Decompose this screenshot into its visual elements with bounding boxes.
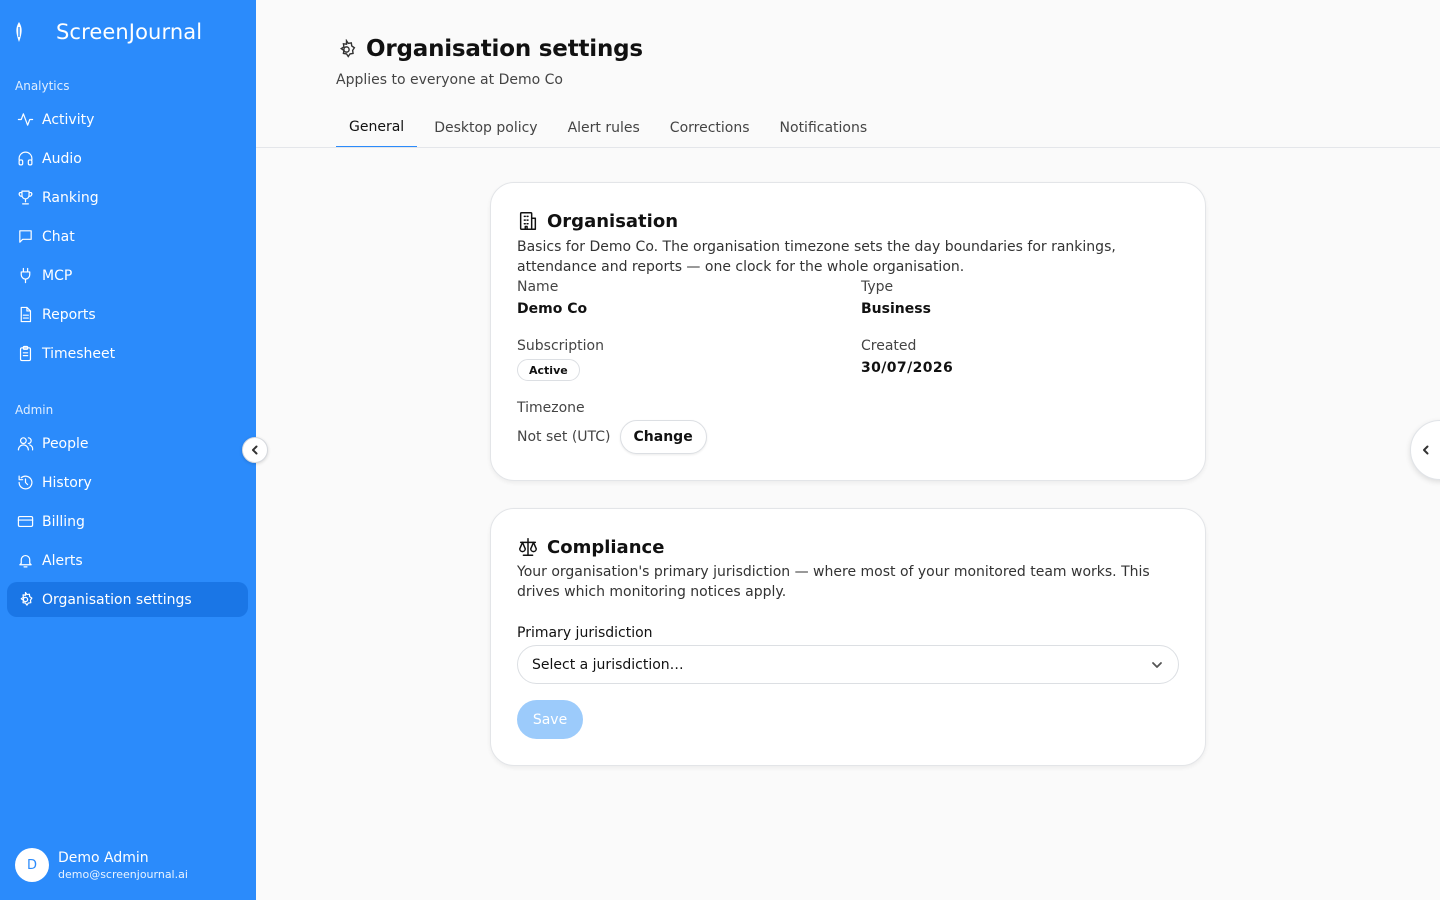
page-subtitle: Applies to everyone at Demo Co [336,72,563,88]
organisation-card-description: Basics for Demo Co. The organisation tim… [517,239,1116,275]
save-button[interactable]: Save [517,700,583,739]
tab-notifications[interactable]: Notifications [767,108,881,148]
sidebar-item-label: MCP [42,267,73,284]
sidebar-item-organisation-settings[interactable]: Organisation settings [7,582,248,617]
sidebar-item-ranking[interactable]: Ranking [7,180,248,215]
plug-icon [16,267,34,285]
sidebar-item-timesheet[interactable]: Timesheet [7,336,248,371]
page-title: Organisation settings [366,36,643,62]
type-label: Type [861,279,894,295]
settings-tabs: General Desktop policy Alert rules Corre… [336,108,884,148]
sidebar-item-audio[interactable]: Audio [7,141,248,176]
analytics-section-label: Analytics [15,79,70,93]
tab-alert-rules[interactable]: Alert rules [555,108,653,148]
tab-corrections[interactable]: Corrections [657,108,763,148]
timezone-label: Timezone [517,400,585,416]
organisation-card-header: Organisation [517,210,678,232]
sidebar-item-chat[interactable]: Chat [7,219,248,254]
activity-icon [16,111,34,129]
history-icon [16,474,34,492]
jurisdiction-select-value: Select a jurisdiction… [532,656,684,673]
sidebar-item-people[interactable]: People [7,426,248,461]
chevron-down-icon [1152,661,1162,668]
sidebar-item-reports[interactable]: Reports [7,297,248,332]
tabs-divider [256,147,1440,148]
brand[interactable]: ScreenJournal [10,16,202,48]
sidebar-item-label: Activity [42,111,95,128]
chevron-left-icon [1423,445,1429,455]
sidebar-item-label: Chat [42,228,75,245]
sidebar-item-activity[interactable]: Activity [7,102,248,137]
chat-icon [16,228,34,246]
trophy-icon [16,189,34,207]
sidebar-collapse-button[interactable] [242,437,268,463]
compliance-card: Compliance Your organisation's primary j… [490,508,1206,766]
user-email: demo@screenjournal.ai [58,867,188,881]
tab-general[interactable]: General [336,108,418,148]
sidebar-item-label: Audio [42,150,82,167]
sidebar-item-label: Ranking [42,189,99,206]
avatar: D [15,848,49,882]
scale-icon [519,538,537,556]
sidebar-item-label: Alerts [42,552,83,569]
tab-desktop-policy[interactable]: Desktop policy [421,108,550,148]
sidebar-item-label: Billing [42,513,85,530]
sidebar: ScreenJournal Analytics Activity Audio R… [0,0,256,900]
sidebar-item-label: Reports [42,306,96,323]
clipboard-icon [16,345,34,363]
sidebar-item-label: Organisation settings [42,591,192,608]
logo-icon [10,20,28,44]
compliance-card-title: Compliance [547,536,665,558]
type-value: Business [861,301,931,317]
compliance-card-description: Your organisation's primary jurisdiction… [517,564,1150,600]
user-profile[interactable]: D Demo Admin demo@screenjournal.ai [15,848,188,882]
users-icon [16,435,34,453]
chevron-left-icon [252,445,258,455]
right-panel-toggle[interactable] [1410,420,1440,480]
sidebar-item-history[interactable]: History [7,465,248,500]
sidebar-item-billing[interactable]: Billing [7,504,248,539]
created-label: Created [861,338,917,354]
document-icon [16,306,34,324]
bell-icon [16,552,34,570]
admin-section-label: Admin [15,403,54,417]
user-name: Demo Admin [58,849,149,866]
sidebar-item-alerts[interactable]: Alerts [7,543,248,578]
headphones-icon [16,150,34,168]
name-label: Name [517,279,559,295]
change-timezone-button[interactable]: Change [619,420,707,454]
name-value: Demo Co [517,301,588,317]
sidebar-item-label: History [42,474,92,491]
jurisdiction-select[interactable]: Select a jurisdiction… [517,645,1179,684]
jurisdiction-label: Primary jurisdiction [517,625,653,641]
timezone-value: Not set (UTC) [517,429,611,445]
organisation-card: Organisation Basics for Demo Co. The org… [490,182,1206,481]
gear-icon [16,591,34,609]
status-badge: Active [517,359,580,381]
timezone-row: Not set (UTC) Change [517,420,707,454]
organisation-card-title: Organisation [547,210,679,232]
page-header: Organisation settings [336,36,643,62]
compliance-card-header: Compliance [517,536,664,558]
sidebar-item-label: Timesheet [42,345,116,362]
app-name: ScreenJournal [56,20,203,44]
sidebar-item-label: People [42,435,89,452]
sidebar-item-mcp[interactable]: MCP [7,258,248,293]
subscription-label: Subscription [517,338,604,354]
admin-nav: People History Billing Alerts Organisati… [7,426,248,621]
credit-card-icon [16,513,34,531]
gear-icon [339,38,356,58]
building-icon [519,212,537,230]
analytics-nav: Activity Audio Ranking Chat MCP Reports … [7,102,248,375]
created-value: 30/07/2026 [861,360,954,376]
